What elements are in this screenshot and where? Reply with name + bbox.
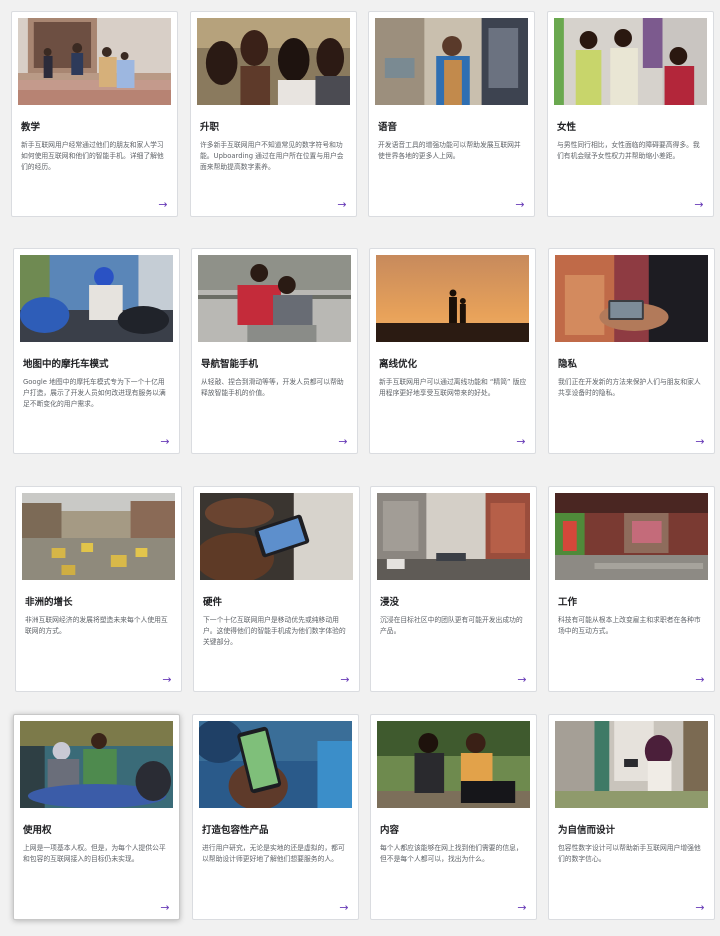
card-image [22, 493, 175, 580]
card-description: 从轻敲、捏合到滑动等等，开发人员都可以帮助释放智能手机的价值。 [201, 378, 344, 397]
card-title: 非洲的增长 [25, 597, 73, 608]
card-description: 许多新手互联网用户不知道常见的数字符号和功能。Upboarding 通过在用户所… [200, 141, 344, 171]
card-description: 下一个十亿互联网用户是移动优先或纯移动用户。这使得他们的智能手机成为他们数字体验… [203, 616, 346, 646]
arrow-right-icon[interactable]: → [513, 198, 527, 212]
card-image [20, 721, 173, 808]
card-immersion[interactable]: 浸没 沉浸在目标社区中的团队更有可能开发出成功的产品。 → [370, 486, 537, 692]
arrow-right-icon[interactable]: → [158, 901, 172, 915]
card-title: 教学 [21, 122, 41, 133]
arrow-right-icon[interactable]: → [335, 198, 349, 212]
card-hardware[interactable]: 硬件 下一个十亿互联网用户是移动优先或纯移动用户。这使得他们的智能手机成为他们数… [193, 486, 360, 692]
card-image [18, 18, 171, 105]
card-offline-optimization[interactable]: 离线优化 新手互联网用户可以通过离线功能和 “精简” 版应用程序更好地享受互联网… [369, 248, 536, 454]
card-description: 科技有可能从根本上改变雇主和求职者在各种市场中的互动方式。 [558, 616, 701, 635]
arrow-right-icon[interactable]: → [693, 901, 707, 915]
card-privacy[interactable]: 隐私 我们正在开发新的方法来保护人们与朋友和家人共享设备时的隐私。 → [548, 248, 715, 454]
card-title: 升职 [200, 122, 220, 133]
card-motorcycle-mode[interactable]: 地图中的摩托车模式 Google 地图中的摩托车模式专为下一个十亿用户打造，展示… [13, 248, 180, 454]
card-inclusive-products[interactable]: 打造包容性产品 进行用户研究，无论是实地的还是虚拟的，都可以帮助设计师更好地了解… [192, 714, 359, 920]
card-title: 使用权 [23, 825, 52, 836]
arrow-right-icon[interactable]: → [336, 435, 350, 449]
card-title: 打造包容性产品 [202, 825, 269, 836]
card-description: 新手互联网用户可以通过离线功能和 “精简” 版应用程序更好地享受互联网带来的好处… [379, 378, 527, 397]
arrow-right-icon[interactable]: → [692, 198, 706, 212]
arrow-right-icon[interactable]: → [158, 435, 172, 449]
card-description: 非洲互联网经济的发展将塑造未来每个人使用互联网的方式。 [25, 616, 168, 635]
card-description: 包容性数字设计可以帮助新手互联网用户增强他们的数字信心。 [558, 844, 701, 863]
card-image [375, 18, 528, 105]
card-description: 上网是一项基本人权。但是，为每个人提供公平和包容的互联网接入的目标仍未实现。 [23, 844, 166, 863]
card-africa-growth[interactable]: 非洲的增长 非洲互联网经济的发展将塑造未来每个人使用互联网的方式。 → [15, 486, 182, 692]
card-teaching[interactable]: 教学 新手互联网用户经常通过他们的朋友和家人学习如何使用互联网和他们的智能手机。… [11, 11, 178, 217]
arrow-right-icon[interactable]: → [693, 673, 707, 687]
card-title: 浸没 [380, 597, 400, 608]
arrow-right-icon[interactable]: → [156, 198, 170, 212]
card-description: 进行用户研究，无论是实地的还是虚拟的，都可以帮助设计师更好地了解他们想要服务的人… [202, 844, 345, 863]
card-title: 隐私 [558, 359, 578, 370]
card-image [20, 255, 173, 342]
arrow-right-icon[interactable]: → [160, 673, 174, 687]
arrow-right-icon[interactable]: → [515, 901, 529, 915]
card-image [376, 255, 529, 342]
card-image [377, 493, 530, 580]
card-description: 我们正在开发新的方法来保护人们与朋友和家人共享设备时的隐私。 [558, 378, 701, 397]
card-access[interactable]: 使用权 上网是一项基本人权。但是，为每个人提供公平和包容的互联网接入的目标仍未实… [13, 714, 180, 920]
card-navigate-smartphone[interactable]: 导航智能手机 从轻敲、捏合到滑动等等，开发人员都可以帮助释放智能手机的价值。 → [191, 248, 358, 454]
card-content[interactable]: 内容 每个人都应该能够在网上找到他们需要的信息，但不是每个人都可以，找出为什么。… [370, 714, 537, 920]
card-description: 每个人都应该能够在网上找到他们需要的信息，但不是每个人都可以，找出为什么。 [380, 844, 523, 863]
card-image [555, 721, 708, 808]
card-description: 新手互联网用户经常通过他们的朋友和家人学习如何使用互联网和他们的智能手机。详细了… [21, 141, 164, 171]
card-title: 语音 [378, 122, 398, 133]
card-image [554, 18, 707, 105]
card-title: 离线优化 [379, 359, 418, 370]
card-image [555, 493, 708, 580]
card-title: 女性 [557, 122, 577, 133]
card-image [198, 255, 351, 342]
card-title: 地图中的摩托车模式 [23, 359, 109, 370]
card-description: 与男性同行相比，女性面临的障碍要高得多。我们有机会赋予女性权力并帮助缩小差距。 [557, 141, 700, 160]
card-title: 为自信而设计 [558, 825, 616, 836]
card-description: 开发语音工具的增强功能可以帮助发展互联网并使世界各地的更多人上网。 [378, 141, 521, 160]
arrow-right-icon[interactable]: → [338, 673, 352, 687]
card-upboarding[interactable]: 升职 许多新手互联网用户不知道常见的数字符号和功能。Upboarding 通过在… [190, 11, 357, 217]
arrow-right-icon[interactable]: → [337, 901, 351, 915]
card-voice[interactable]: 语音 开发语音工具的增强功能可以帮助发展互联网并使世界各地的更多人上网。 → [368, 11, 535, 217]
card-title: 硬件 [203, 597, 223, 608]
card-image [555, 255, 708, 342]
card-description: 沉浸在目标社区中的团队更有可能开发出成功的产品。 [380, 616, 523, 635]
card-image [199, 721, 352, 808]
arrow-right-icon[interactable]: → [514, 435, 528, 449]
card-image [377, 721, 530, 808]
card-women[interactable]: 女性 与男性同行相比，女性面临的障碍要高得多。我们有机会赋予女性权力并帮助缩小差… [547, 11, 714, 217]
card-description: Google 地图中的摩托车模式专为下一个十亿用户打造，展示了开发人员如何改进现… [23, 378, 166, 408]
card-title: 工作 [558, 597, 578, 608]
arrow-right-icon[interactable]: → [693, 435, 707, 449]
card-image [200, 493, 353, 580]
card-image [197, 18, 350, 105]
card-jobs[interactable]: 工作 科技有可能从根本上改变雇主和求职者在各种市场中的互动方式。 → [548, 486, 715, 692]
card-title: 内容 [380, 825, 400, 836]
card-title: 导航智能手机 [201, 359, 259, 370]
card-design-for-confidence[interactable]: 为自信而设计 包容性数字设计可以帮助新手互联网用户增强他们的数字信心。 → [548, 714, 715, 920]
arrow-right-icon[interactable]: → [515, 673, 529, 687]
